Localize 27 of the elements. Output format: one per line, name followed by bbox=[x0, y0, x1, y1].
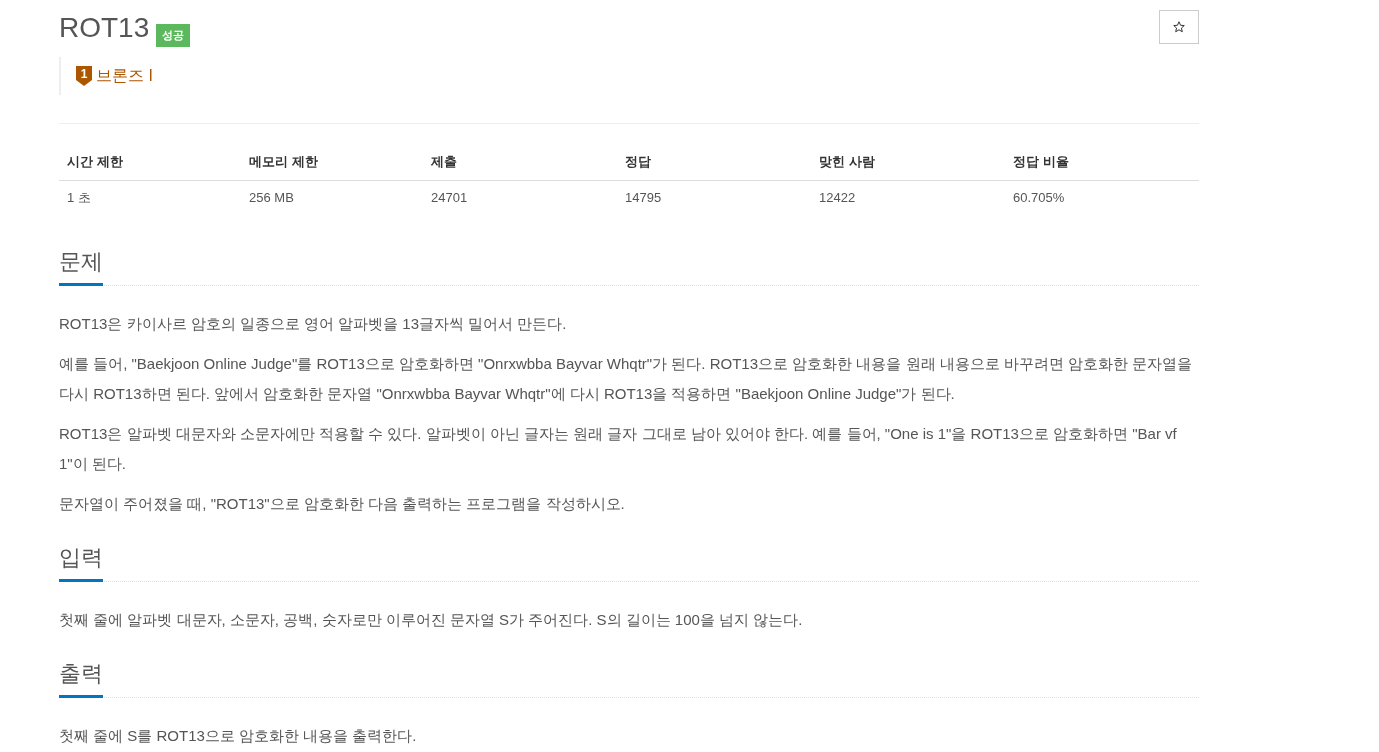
section-heading: 입력 bbox=[59, 543, 103, 582]
table-cell-text: 60.705% bbox=[1012, 189, 1066, 207]
section-heading: 문제 bbox=[59, 247, 103, 286]
paragraph: 문자열이 주어졌을 때, "ROT13"으로 암호화한 다음 출력하는 프로그램을 작성하시오. bbox=[59, 494, 626, 514]
paragraph: ROT13은 카이사르 암호의 일종으로 영어 알파벳을 13글자씩 밀어서 만든다. bbox=[59, 314, 568, 334]
section-heading: 출력 bbox=[59, 659, 103, 698]
table-cell-text: 1 초 bbox=[66, 189, 92, 207]
tier-link[interactable]: 브론즈 I bbox=[96, 65, 153, 87]
table-cell-text: 14795 bbox=[624, 189, 663, 207]
page-title: ROT13 bbox=[59, 11, 150, 45]
column-header: 정답 비율 bbox=[1005, 144, 1199, 181]
table-cell-text: 24701 bbox=[430, 189, 469, 207]
table-cell-text: 12422 bbox=[818, 189, 857, 207]
column-header: 시간 제한 bbox=[59, 144, 241, 181]
column-header: 제출 bbox=[423, 144, 617, 181]
favorite-button[interactable] bbox=[1159, 10, 1199, 44]
paragraph: ROT13은 알파벳 대문자와 소문자에만 적용할 수 있다. 알파벳이 아닌 글자는 원래 글자 그대로 남아 있어야 한다. 예를 들어, "One is 1"을 ROT13으로 암호화하면 "Bar vf 1"이 된다. bbox=[59, 424, 1178, 474]
column-header: 맞힌 사람 bbox=[811, 144, 1005, 181]
table-cell-text: 256 MB bbox=[248, 189, 295, 207]
paragraph: 첫째 줄에 알파벳 대문자, 소문자, 공백, 숫자로만 이루어진 문자열 S가 주어진다. S의 길이는 100을 넘지 않는다. bbox=[59, 610, 804, 630]
paragraph: 예를 들어, "Baekjoon Online Judge"를 ROT13으로 암호화하면 "Onrxwbba Bayvar Whqtr"가 된다. ROT13으로 암호화한 내용을 원래 내용으로 바꾸려면 암호화한 문자열을 다시 ROT13하면 된다. 앞에서 암호화한 문자열 "Onrxwbba Bayvar Whqtr"에 다시 ROT13을 적용하면 "Baekjoon Online Judge"가 된다. bbox=[59, 354, 1194, 404]
column-header: 정답 bbox=[617, 144, 811, 181]
star-icon bbox=[1173, 21, 1185, 33]
paragraph: 첫째 줄에 S를 ROT13으로 암호화한 내용을 출력한다. bbox=[59, 726, 418, 746]
column-header: 메모리 제한 bbox=[241, 144, 423, 181]
result-badge: 성공 bbox=[156, 24, 191, 47]
tier-badge: 1 bbox=[76, 66, 92, 86]
